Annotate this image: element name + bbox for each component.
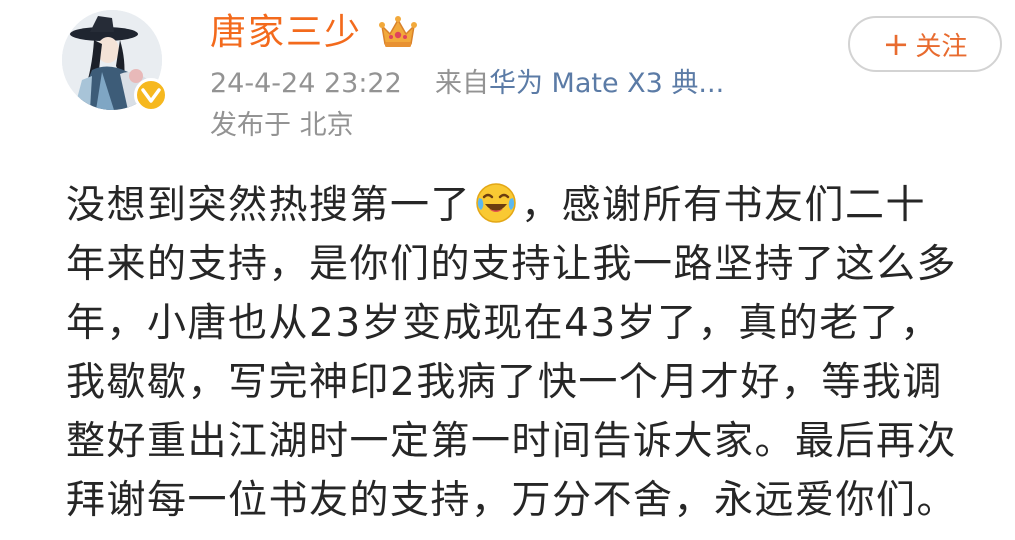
crown-icon[interactable] <box>378 14 418 50</box>
post-timestamp[interactable]: 24-4-24 23:22 <box>210 68 402 99</box>
weibo-post: 唐家三少 24-4-24 23:22 来自华为 Mate X3 典... 发布于… <box>0 0 1015 540</box>
post-line-5: 整好重出江湖时一定第一时间告诉大家。最后再次 <box>66 419 958 464</box>
post-meta: 24-4-24 23:22 来自华为 Mate X3 典... <box>210 66 724 102</box>
source-device-link[interactable]: 华为 Mate X3 典... <box>489 68 724 99</box>
post-line-3: 年，小唐也从23岁变成现在43岁了，真的老了， <box>66 301 941 346</box>
source-prefix: 来自 <box>434 68 489 99</box>
follow-label: 关注 <box>915 31 968 62</box>
post-line-1-part-b: ，感谢所有书友们二十 <box>521 183 927 228</box>
laugh-cry-emoji-icon <box>475 182 517 224</box>
follow-button[interactable]: + 关注 <box>848 16 1002 72</box>
post-line-1: 没想到突然热搜第一了 ，感谢所有书友们二十 <box>66 176 1001 235</box>
avatar-container[interactable] <box>62 10 170 118</box>
post-line-2: 年来的支持，是你们的支持让我一路坚持了这么多 <box>66 242 958 287</box>
author-name[interactable]: 唐家三少 <box>210 10 362 56</box>
verified-badge-icon <box>134 78 168 112</box>
post-line-4: 我歇歇，写完神印2我病了快一个月才好，等我调 <box>66 360 943 405</box>
post-line-1-part-a: 没想到突然热搜第一了 <box>66 183 472 228</box>
plus-icon: + <box>882 25 910 63</box>
post-body: 没想到突然热搜第一了 ，感谢所有书友们二十 年来的支持，是你们的支持让我一路坚持… <box>66 176 1001 530</box>
post-location: 发布于 北京 <box>210 110 354 141</box>
post-line-6: 拜谢每一位书友的支持，万分不舍，永远爱你们。 <box>66 478 958 523</box>
